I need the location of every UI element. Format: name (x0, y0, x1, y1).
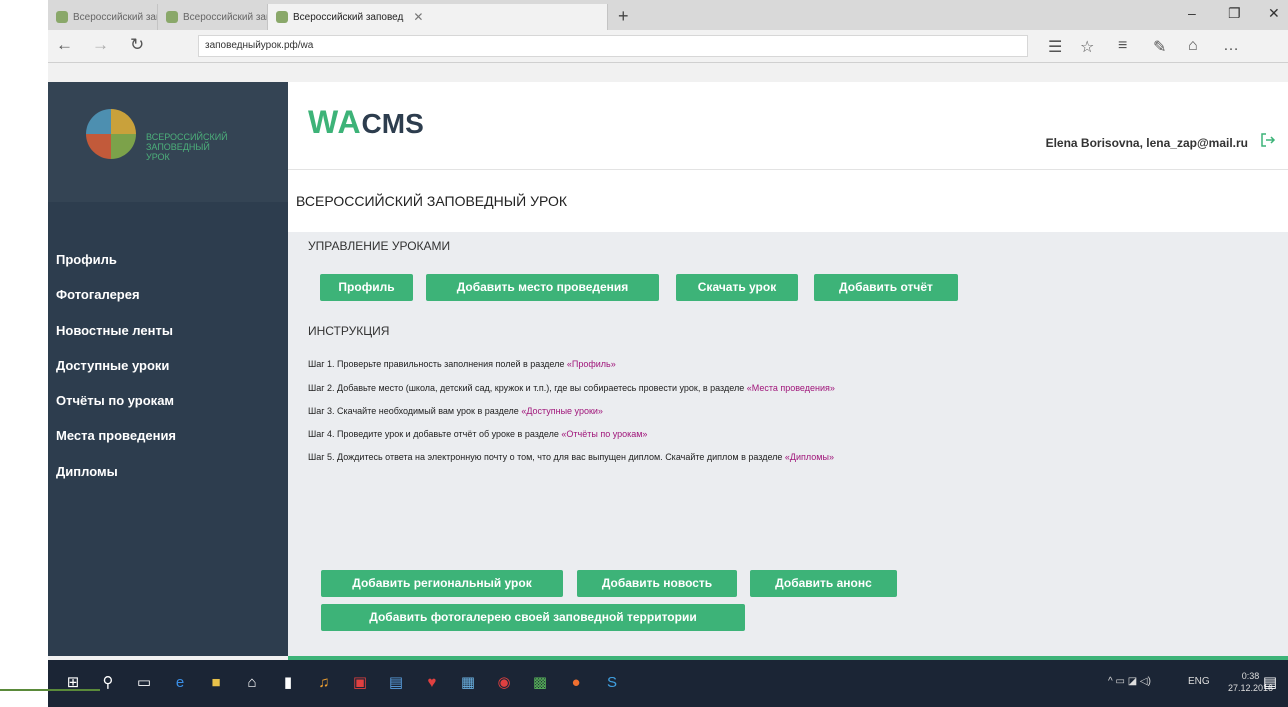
sidebar-item-gallery[interactable]: Фотогалерея (56, 285, 176, 320)
new-tab-icon[interactable]: + (618, 6, 629, 27)
taskbar: ⊞ ⚲ ▭ e ■ ⌂ ▮ ♫ ▣ ▤ ♥ ▦ ◉ ▩ ● S ^ ▭ ◪ ◁)… (48, 660, 1288, 707)
notes-icon[interactable]: ✎ (1153, 37, 1166, 57)
sidebar-item-reports[interactable]: Отчёты по урокам (56, 391, 176, 426)
photos-icon[interactable]: ▦ (458, 673, 478, 693)
spreadsheet-icon[interactable]: ▩ (530, 673, 550, 693)
forward-icon[interactable]: → (92, 35, 109, 55)
diplomas-link[interactable]: «Дипломы» (785, 452, 834, 462)
add-place-button[interactable]: Добавить место проведения (426, 274, 659, 301)
page-title: ВСЕРОССИЙСКИЙ ЗАПОВЕДНЫЙ УРОК (296, 193, 568, 209)
browser-navbar: ← → ↻ заповедныйурок.рф/wa ☰ ☆ ≡ ✎ ⌂ … (48, 30, 1288, 63)
favicon-icon (276, 11, 288, 23)
browser-tab-active[interactable]: Всероссийский заповед ✕ (268, 4, 608, 30)
reading-view-icon[interactable]: ☰ (1048, 37, 1062, 57)
tab-label: Всероссийский заповедн (183, 11, 267, 23)
management-title: УПРАВЛЕНИЕ УРОКАМИ (308, 239, 451, 253)
instruction-step-5: Шаг 5. Дождитесь ответа на электронную п… (308, 452, 834, 462)
user-info: Elena Borisovna, lena_zap@mail.ru (1045, 136, 1248, 150)
sidebar-item-news[interactable]: Новостные ленты (56, 321, 176, 356)
browser-tab-2[interactable]: Всероссийский заповедн (158, 4, 268, 30)
reports-link[interactable]: «Отчёты по урокам» (561, 429, 647, 439)
sidebar-menu: Профиль Фотогалерея Новостные ленты Дост… (56, 250, 176, 497)
lessons-link[interactable]: «Доступные уроки» (521, 406, 603, 416)
browser-tab-1[interactable]: Всероссийский заповедник (48, 4, 158, 30)
favorite-star-icon[interactable]: ☆ (1080, 37, 1094, 57)
edge-icon[interactable]: e (170, 673, 190, 693)
favicon-icon (166, 11, 178, 23)
sidebar-item-lessons[interactable]: Доступные уроки (56, 356, 176, 391)
instruction-step-1: Шаг 1. Проверьте правильность заполнения… (308, 359, 616, 369)
firefox-icon[interactable]: ● (566, 673, 586, 693)
logo-text: всероссийский заповедный урок (146, 132, 228, 162)
headphones-icon[interactable]: ♫ (314, 673, 334, 693)
tab-label: Всероссийский заповедник (73, 11, 157, 23)
refresh-icon[interactable]: ↻ (130, 35, 144, 55)
close-window-icon[interactable]: ✕ (1268, 5, 1280, 22)
hub-icon[interactable]: ≡ (1118, 37, 1127, 55)
browser-alt-icon[interactable]: ◉ (494, 673, 514, 693)
tray-icons[interactable]: ^ ▭ ◪ ◁) (1108, 676, 1151, 687)
profile-button[interactable]: Профиль (320, 274, 413, 301)
main-content: УПРАВЛЕНИЕ УРОКАМИ Профиль Добавить мест… (288, 232, 1288, 656)
add-regional-lesson-button[interactable]: Добавить региональный урок (321, 570, 563, 597)
notifications-icon[interactable]: ▤ (1260, 673, 1280, 693)
maximize-icon[interactable]: ❐ (1228, 5, 1241, 22)
language-indicator[interactable]: ENG (1188, 676, 1210, 687)
add-gallery-button[interactable]: Добавить фотогалерею своей заповедной те… (321, 604, 745, 631)
logout-icon[interactable] (1260, 132, 1276, 148)
instructions-title: ИНСТРУКЦИЯ (308, 324, 390, 338)
brand-logo[interactable]: WACMS (308, 104, 424, 141)
search-icon[interactable]: ⚲ (98, 673, 118, 693)
share-icon[interactable]: ⌂ (1188, 37, 1198, 55)
instruction-step-4: Шаг 4. Проведите урок и добавьте отчёт о… (308, 429, 648, 439)
skype-icon[interactable]: S (602, 673, 622, 693)
instruction-step-2: Шаг 2. Добавьте место (школа, детский са… (308, 383, 835, 393)
close-tab-icon[interactable]: ✕ (413, 10, 423, 24)
profile-link[interactable]: «Профиль» (567, 359, 616, 369)
pdf-icon[interactable]: ▣ (350, 673, 370, 693)
download-lesson-button[interactable]: Скачать урок (676, 274, 798, 301)
file-explorer-icon[interactable]: ■ (206, 673, 226, 693)
yandex-icon[interactable]: ♥ (422, 673, 442, 693)
header-divider (288, 169, 1288, 170)
logo-icon[interactable] (86, 109, 136, 159)
task-view-icon[interactable]: ▭ (134, 673, 154, 693)
tab-label: Всероссийский заповед (293, 11, 404, 23)
logo-area: всероссийский заповедный урок (48, 82, 288, 202)
sidebar-item-diplomas[interactable]: Дипломы (56, 462, 176, 497)
decorative-line (0, 689, 100, 691)
sidebar: всероссийский заповедный урок Профиль Фо… (48, 82, 288, 656)
minimize-icon[interactable]: – (1188, 5, 1196, 21)
store-icon[interactable]: ⌂ (242, 673, 262, 693)
add-report-button[interactable]: Добавить отчёт (814, 274, 958, 301)
sidebar-item-places[interactable]: Места проведения (56, 426, 176, 461)
add-news-button[interactable]: Добавить новость (577, 570, 737, 597)
add-announcement-button[interactable]: Добавить анонс (750, 570, 897, 597)
screen: Всероссийский заповедник Всероссийский з… (48, 0, 1288, 707)
document-icon[interactable]: ▮ (278, 673, 298, 693)
monitor-icon[interactable]: ▤ (386, 673, 406, 693)
sidebar-item-profile[interactable]: Профиль (56, 250, 176, 285)
back-icon[interactable]: ← (56, 35, 73, 55)
address-bar[interactable]: заповедныйурок.рф/wa (198, 35, 1028, 57)
favicon-icon (56, 11, 68, 23)
page-header: WACMS Elena Borisovna, lena_zap@mail.ru … (288, 82, 1288, 232)
more-icon[interactable]: … (1223, 37, 1239, 55)
instruction-step-3: Шаг 3. Скачайте необходимый вам урок в р… (308, 406, 603, 416)
browser-tab-strip: Всероссийский заповедник Всероссийский з… (48, 0, 1288, 30)
places-link[interactable]: «Места проведения» (747, 383, 835, 393)
